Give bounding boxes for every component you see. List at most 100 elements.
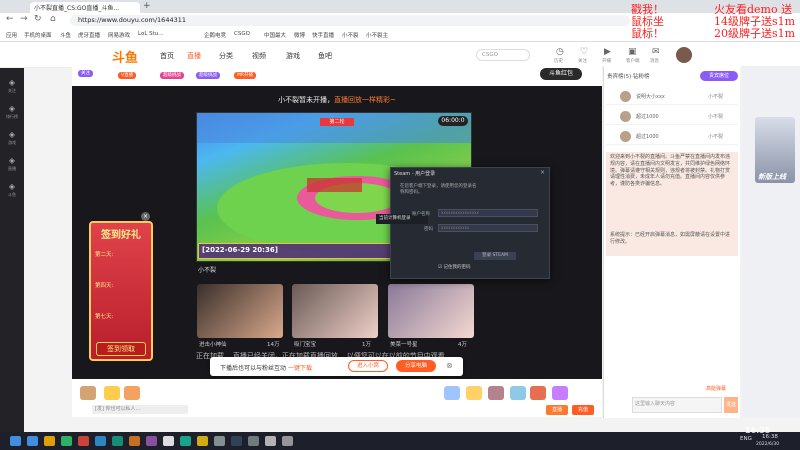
back-icon[interactable]: ← — [6, 14, 14, 24]
rail-icon[interactable]: ◈ — [2, 104, 22, 113]
reload-icon[interactable]: ↻ — [34, 14, 42, 24]
nav-item[interactable]: 视频 — [252, 51, 266, 61]
tray-lang[interactable]: ENG — [740, 436, 752, 442]
hongbao-button[interactable]: 斗鱼红包 — [540, 68, 582, 80]
gift-icon[interactable] — [510, 386, 526, 400]
signin-close-button[interactable]: × — [141, 212, 150, 221]
taskbar-app-icon[interactable] — [27, 436, 38, 446]
steam-login-button[interactable]: 登录 STEAM — [474, 252, 516, 260]
share-pc-button[interactable]: 分享电脑 — [396, 360, 436, 372]
bookmark-item[interactable]: 小不裂 — [342, 31, 359, 39]
gift-icon[interactable] — [80, 386, 96, 400]
room-chip[interactable]: 超级挑战 — [160, 72, 184, 79]
header-icon[interactable]: ◷ — [556, 47, 564, 57]
url-field[interactable]: https://www.douyu.com/1644311 — [70, 15, 630, 26]
bookmark-item[interactable]: 网易游戏 — [108, 31, 130, 39]
bookmark-item[interactable]: 手机的桌面 — [24, 31, 52, 39]
gift-icon[interactable] — [552, 386, 568, 400]
bookmark-item[interactable]: 快手直播 — [312, 31, 334, 39]
bookmark-item[interactable]: 企鹅电竞 — [204, 31, 226, 39]
forward-icon[interactable]: → — [20, 14, 28, 24]
vip-seat-button[interactable]: 贵宾席位 — [700, 71, 738, 81]
browser-tab[interactable]: 小不裂直播_CS:GO直播_斗鱼... — [30, 2, 140, 13]
bookmark-item[interactable]: 斗鱼 — [60, 31, 71, 39]
header-icon[interactable]: ✉ — [652, 47, 660, 57]
room-chip[interactable]: V直播 — [118, 72, 137, 79]
gift-icon[interactable] — [104, 386, 120, 400]
taskbar-app-icon[interactable] — [231, 436, 242, 446]
taskbar-app-icon[interactable] — [95, 436, 106, 446]
live-button[interactable]: 直播 — [546, 405, 568, 415]
bookmark-item[interactable]: 虎牙直播 — [78, 31, 100, 39]
bookmark-item[interactable]: CSGO — [234, 31, 250, 37]
enter-nest-button[interactable]: 进入小窝 — [348, 360, 388, 372]
bookmark-item[interactable]: 中国最大 — [264, 31, 286, 39]
rank-tabs[interactable]: 贵宾榜(5)·钻粉榜 — [607, 72, 650, 80]
steam-account-field[interactable]: xxxxxxxxxxxxxxxx — [438, 209, 538, 217]
home-icon[interactable]: ⌂ — [50, 14, 56, 24]
bottom-chat-input[interactable]: [发] 你也可以私人... — [92, 405, 188, 414]
room-chip[interactable]: 超级挑战 — [196, 72, 220, 79]
bookmark-item[interactable]: 应用 — [6, 31, 17, 39]
nav-item[interactable]: 游戏 — [286, 51, 300, 61]
steam-remember-checkbox[interactable]: ☑ 记住我的密码 — [438, 264, 470, 270]
taskbar-app-icon[interactable] — [129, 436, 140, 446]
room-chip[interactable]: MR开播 — [234, 72, 257, 79]
download-link[interactable]: 一键下载 — [288, 365, 312, 372]
taskbar-app-icon[interactable] — [248, 436, 259, 446]
new-tab-button[interactable]: + — [143, 1, 151, 11]
header-icon[interactable]: ♡ — [580, 47, 588, 57]
taskbar-app-icon[interactable] — [61, 436, 72, 446]
taskbar-app-icon[interactable] — [78, 436, 89, 446]
bookmark-item[interactable]: 微博 — [294, 31, 305, 39]
replay-link[interactable]: 直播回放一样精彩~ — [334, 96, 396, 104]
nav-item[interactable]: 分类 — [219, 51, 233, 61]
taskbar-app-icon[interactable] — [282, 436, 293, 446]
recharge-button[interactable]: 充值 — [572, 405, 594, 415]
bookmark-item[interactable]: 小不裂主 — [366, 31, 388, 39]
taskbar-app-icon[interactable] — [265, 436, 276, 446]
close-icon[interactable]: ⊗ — [446, 361, 453, 370]
login-prompt-text: 下播后也可以与粉丝互动 一键下载 — [220, 363, 312, 372]
taskbar-app-icon[interactable] — [163, 436, 174, 446]
taskbar-app-icon[interactable] — [44, 436, 55, 446]
steam-password-field[interactable]: xxxxxxxxxxxx — [438, 224, 538, 232]
gift-icon[interactable] — [444, 386, 460, 400]
avatar[interactable] — [676, 47, 692, 63]
gift-icon[interactable] — [466, 386, 482, 400]
chat-input[interactable]: 这里输入聊天内容 — [632, 397, 722, 413]
recommend-card[interactable] — [388, 284, 474, 338]
rail-icon[interactable]: ◈ — [2, 182, 22, 191]
rail-icon[interactable]: ◈ — [2, 130, 22, 139]
signin-claim-button[interactable]: 签到领取 — [96, 342, 146, 356]
search-input[interactable]: CSGO — [476, 49, 530, 61]
taskbar-app-icon[interactable] — [180, 436, 191, 446]
rail-icon[interactable]: ◈ — [2, 78, 22, 87]
recommend-card[interactable] — [197, 284, 283, 338]
steam-close-icon[interactable]: × — [540, 169, 545, 176]
taskbar-app-icon[interactable] — [146, 436, 157, 446]
taskbar-app-icon[interactable] — [214, 436, 225, 446]
taskbar-app-icon[interactable] — [10, 436, 21, 446]
nav-item[interactable]: 首页 — [160, 51, 174, 61]
gift-icon[interactable] — [530, 386, 546, 400]
send-button[interactable]: 发送 — [724, 397, 738, 413]
nav-item[interactable]: 鱼吧 — [318, 51, 332, 61]
taskbar-app-icon[interactable] — [112, 436, 123, 446]
header-icon[interactable]: ▣ — [628, 47, 637, 57]
signin-card — [89, 221, 153, 361]
recommend-card[interactable] — [292, 284, 378, 338]
high-energy-toggle[interactable]: 高能弹幕 — [706, 385, 726, 392]
room-chip[interactable]: 关注 — [78, 70, 93, 77]
gift-icon[interactable] — [124, 386, 140, 400]
header-icon[interactable]: ▶ — [604, 47, 611, 57]
rail-icon[interactable]: ◈ — [2, 156, 22, 165]
gift-icon[interactable] — [488, 386, 504, 400]
douyu-logo[interactable]: 斗鱼 — [112, 47, 138, 66]
header-icon-label: 客户端 — [626, 59, 640, 64]
bookmark-item[interactable]: LoL Stu... — [138, 31, 164, 37]
taskbar-app-icon[interactable] — [197, 436, 208, 446]
nav-item[interactable]: 直播 — [187, 51, 201, 61]
rank-avatar — [620, 111, 631, 122]
streamer-name[interactable]: 小不裂 — [198, 265, 216, 274]
